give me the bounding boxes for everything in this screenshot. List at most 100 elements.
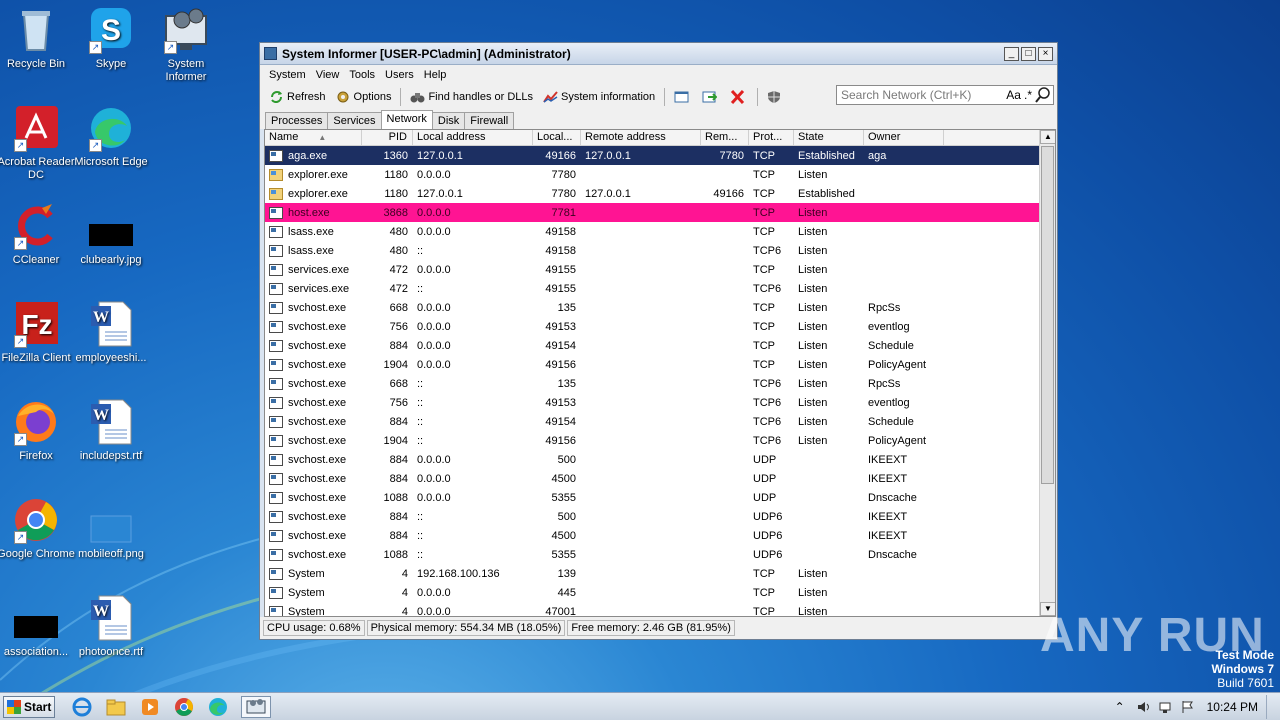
- column-header-local-port[interactable]: Local...: [533, 130, 581, 145]
- table-row[interactable]: System 4 0.0.0.0 445 TCP Listen: [265, 583, 1055, 602]
- table-row[interactable]: System 4 192.168.100.136 139 TCP Listen: [265, 564, 1055, 583]
- menu-tools[interactable]: Tools: [344, 69, 380, 81]
- menu-view[interactable]: View: [311, 69, 345, 81]
- app-icon: [264, 47, 277, 60]
- table-row[interactable]: services.exe 472 0.0.0.0 49155 TCP Listen: [265, 260, 1055, 279]
- table-row[interactable]: svchost.exe 1904 0.0.0.0 49156 TCP Listen Poli…: [265, 355, 1055, 374]
- local-port-cell: 139: [557, 567, 576, 580]
- process-name: svchost.exe: [288, 358, 347, 371]
- scroll-up-icon[interactable]: ▲: [1040, 130, 1055, 144]
- regex-toggle[interactable]: .*: [1024, 88, 1035, 102]
- column-header-state[interactable]: State: [794, 130, 864, 145]
- tab-disk[interactable]: Disk: [431, 112, 466, 129]
- shield-button[interactable]: [762, 87, 790, 107]
- desktop-icon-chrome[interactable]: ↗ Google Chrome: [0, 496, 76, 561]
- window-button[interactable]: [669, 87, 697, 107]
- desktop-icon-clubearly[interactable]: clubearly.jpg: [71, 202, 151, 267]
- table-row[interactable]: svchost.exe 884:: 500 UDP6 IKEEXT: [265, 507, 1055, 526]
- taskbar-edge-icon[interactable]: [207, 696, 231, 718]
- desktop-icon-association[interactable]: association...: [0, 594, 76, 659]
- table-row[interactable]: svchost.exe 884 0.0.0.0 4500 UDP IKEEXT: [265, 469, 1055, 488]
- action-center-flag-icon[interactable]: [1181, 700, 1195, 714]
- table-row[interactable]: explorer.exe 1180 0.0.0.0 7780 TCP Listen: [265, 165, 1055, 184]
- local-port-cell: 49154: [545, 339, 576, 352]
- table-row[interactable]: svchost.exe 668 0.0.0.0 135 TCP Listen RpcSs: [265, 298, 1055, 317]
- table-row[interactable]: lsass.exe 480:: 49158 TCP6 Listen: [265, 241, 1055, 260]
- process-name-cell: svchost.exe: [265, 301, 362, 314]
- column-header-name[interactable]: Name ▲: [265, 130, 362, 145]
- options-button[interactable]: Options: [331, 87, 397, 107]
- network-icon[interactable]: [1159, 700, 1173, 714]
- column-header-remote-address[interactable]: Remote address: [581, 130, 701, 145]
- desktop-icon-acrobat[interactable]: ↗ Acrobat Reader DC: [0, 104, 76, 182]
- desktop-icon-ccleaner[interactable]: ↗ CCleaner: [0, 202, 76, 267]
- column-header-pid[interactable]: PID: [362, 130, 413, 145]
- process-name-cell: System: [265, 567, 362, 580]
- desktop-icon-includepst[interactable]: W includepst.rtf: [71, 398, 151, 463]
- desktop-icon-edge[interactable]: ↗ Microsoft Edge: [71, 104, 151, 169]
- tab-firewall[interactable]: Firewall: [464, 112, 515, 129]
- desktop-icon-system-informer[interactable]: ↗ System Informer: [146, 6, 226, 84]
- volume-icon[interactable]: [1137, 700, 1151, 714]
- column-header-owner[interactable]: Owner: [864, 130, 944, 145]
- status-bar: CPU usage: 0.68% Physical memory: 554.34…: [260, 617, 1057, 639]
- table-row[interactable]: System 4 0.0.0.0 47001 TCP Listen: [265, 602, 1055, 616]
- system-information-button[interactable]: System information: [538, 87, 660, 107]
- menu-help[interactable]: Help: [419, 69, 452, 81]
- scrollbar-thumb[interactable]: [1041, 146, 1054, 484]
- table-row[interactable]: svchost.exe 1088 0.0.0.0 5355 UDP Dnscache: [265, 488, 1055, 507]
- desktop-icon-firefox[interactable]: ↗ Firefox: [0, 398, 76, 463]
- maximize-button[interactable]: □: [1021, 46, 1036, 61]
- desktop-icon-employeeshi[interactable]: W employeeshi...: [71, 300, 151, 365]
- state-cell: Listen: [798, 225, 828, 238]
- window-go-button[interactable]: [697, 87, 725, 107]
- desktop-icon-recycle-bin[interactable]: Recycle Bin: [0, 6, 76, 71]
- table-row[interactable]: svchost.exe 756:: 49153 TCP6 Listen eventlog: [265, 393, 1055, 412]
- taskbar-ie-icon[interactable]: [71, 696, 95, 718]
- table-row[interactable]: svchost.exe 884 0.0.0.0 49154 TCP Listen Sched…: [265, 336, 1055, 355]
- table-row[interactable]: svchost.exe 756 0.0.0.0 49153 TCP Listen event…: [265, 317, 1055, 336]
- tab-network[interactable]: Network: [380, 110, 433, 130]
- clock[interactable]: 10:24 PM: [1207, 700, 1258, 714]
- protocol-cell: UDP6: [753, 548, 783, 561]
- minimize-button[interactable]: _: [1004, 46, 1019, 61]
- refresh-button[interactable]: Refresh: [264, 87, 331, 107]
- table-row[interactable]: svchost.exe 668:: 135 TCP6 Listen RpcSs: [265, 374, 1055, 393]
- taskbar-media-player-icon[interactable]: [139, 696, 163, 718]
- close-button[interactable]: ×: [1038, 46, 1053, 61]
- column-header-remote-port[interactable]: Rem...: [701, 130, 749, 145]
- table-row[interactable]: svchost.exe 884 0.0.0.0 500 UDP IKEEXT: [265, 450, 1055, 469]
- find-handles-button[interactable]: Find handles or DLLs: [405, 87, 538, 107]
- table-row[interactable]: explorer.exe 1180 127.0.0.1 7780 127.0.0.1 49…: [265, 184, 1055, 203]
- show-desktop-button[interactable]: [1266, 695, 1280, 719]
- table-row[interactable]: svchost.exe 884:: 4500 UDP6 IKEEXT: [265, 526, 1055, 545]
- desktop-icon-mobileoff[interactable]: mobileoff.png: [71, 496, 151, 561]
- search-icon[interactable]: [1035, 87, 1051, 103]
- desktop-icon-skype[interactable]: S ↗ Skype: [71, 6, 151, 71]
- menu-system[interactable]: System: [264, 69, 311, 81]
- table-row[interactable]: aga.exe 1360 127.0.0.1 49166 127.0.0.1 7780 TC…: [265, 146, 1055, 165]
- column-header-local-address[interactable]: Local address: [413, 130, 533, 145]
- table-row[interactable]: svchost.exe 1904:: 49156 TCP6 Listen PolicyAg…: [265, 431, 1055, 450]
- table-row[interactable]: host.exe 3868 0.0.0.0 7781 TCP Listen: [265, 203, 1055, 222]
- title-bar[interactable]: System Informer [USER-PC\admin] (Adminis…: [260, 43, 1057, 65]
- start-button[interactable]: Start: [3, 695, 55, 718]
- match-case-toggle[interactable]: Aa: [1006, 88, 1024, 102]
- terminate-button[interactable]: [725, 87, 753, 107]
- taskbar-system-informer-icon[interactable]: [241, 695, 271, 718]
- table-row[interactable]: services.exe 472:: 49155 TCP6 Listen: [265, 279, 1055, 298]
- desktop-icon-filezilla[interactable]: Fz ↗ FileZilla Client: [0, 300, 76, 365]
- table-row[interactable]: svchost.exe 884:: 49154 TCP6 Listen Schedule: [265, 412, 1055, 431]
- tab-processes[interactable]: Processes: [265, 112, 329, 129]
- search-network-input[interactable]: Search Network (Ctrl+K) Aa .*: [836, 85, 1054, 105]
- table-row[interactable]: svchost.exe 1088:: 5355 UDP6 Dnscache: [265, 545, 1055, 564]
- tray-expand-icon[interactable]: ⌃: [1115, 700, 1129, 714]
- vertical-scrollbar[interactable]: ▲ ▼: [1039, 130, 1055, 616]
- menu-users[interactable]: Users: [380, 69, 419, 81]
- taskbar-chrome-icon[interactable]: [173, 696, 197, 718]
- column-header-protocol[interactable]: Prot...: [749, 130, 794, 145]
- table-row[interactable]: lsass.exe 480 0.0.0.0 49158 TCP Listen: [265, 222, 1055, 241]
- tab-services[interactable]: Services: [327, 112, 382, 129]
- taskbar-explorer-icon[interactable]: [105, 696, 129, 718]
- desktop-icon-photoonce[interactable]: W photoonce.rtf: [71, 594, 151, 659]
